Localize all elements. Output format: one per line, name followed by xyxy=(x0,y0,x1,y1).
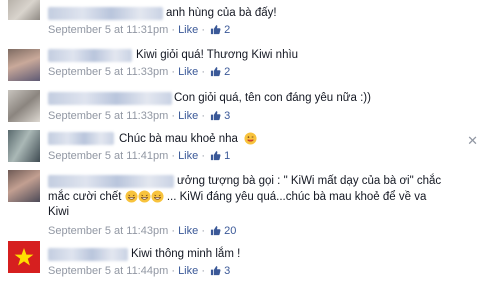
comment-timestamp[interactable]: September 5 at 11:33pm xyxy=(48,110,168,122)
avatar[interactable] xyxy=(8,241,40,273)
like-button[interactable]: Like xyxy=(178,110,198,122)
thumbs-up-icon xyxy=(210,266,221,276)
like-button[interactable]: Like xyxy=(178,265,198,277)
comment-text-line-2: mắc cười chết ... KiWi đáng yêu quá...ch… xyxy=(48,190,426,203)
comment-text: Chúc bà mau khoẻ nha xyxy=(119,132,257,145)
comment-text: Con giỏi quá, tên con đáng yêu nữa :)) xyxy=(174,92,371,104)
comment-timestamp[interactable]: September 5 at 11:44pm xyxy=(48,265,168,277)
comment-text: anh hùng của bà đấy! xyxy=(166,7,277,19)
comment-timestamp[interactable]: September 5 at 11:41pm xyxy=(48,150,168,162)
avatar[interactable] xyxy=(8,0,40,20)
separator: · xyxy=(201,225,205,237)
separator: · xyxy=(171,110,175,122)
commenter-name[interactable] xyxy=(48,92,172,105)
comment-text-content: ... KiWi đáng yêu quá...chúc bà mau khoẻ… xyxy=(166,191,427,203)
comment-meta: September 5 at 11:43pm · Like · 20 xyxy=(48,225,236,237)
comment-text: Kiwi giỏi quá! Thương Kiwi nhìu xyxy=(136,49,299,61)
commenter-name[interactable] xyxy=(48,248,128,261)
like-button[interactable]: Like xyxy=(178,150,198,162)
comment-text-content: Chúc bà mau khoẻ nha xyxy=(119,133,238,145)
like-count[interactable]: 20 xyxy=(224,225,236,237)
comment-meta: September 5 at 11:33pm · Like · 3 xyxy=(48,110,230,122)
commenter-name[interactable] xyxy=(48,7,163,20)
thumbs-up-icon xyxy=(210,67,221,77)
comment-timestamp[interactable]: September 5 at 11:43pm xyxy=(48,225,168,237)
avatar[interactable] xyxy=(8,170,40,202)
commenter-name[interactable] xyxy=(48,175,174,188)
separator: · xyxy=(171,24,175,36)
like-count[interactable]: 3 xyxy=(224,265,230,277)
avatar[interactable] xyxy=(8,90,40,122)
comment-text-line-3: Kiwi xyxy=(48,206,70,218)
comment-timestamp[interactable]: September 5 at 11:31pm xyxy=(48,24,168,36)
comment-meta: September 5 at 11:41pm · Like · 1 xyxy=(48,150,230,162)
comment-meta: September 5 at 11:44pm · Like · 3 xyxy=(48,265,230,277)
separator: · xyxy=(201,150,205,162)
like-button[interactable]: Like xyxy=(178,24,198,36)
comment-text-content: mắc cười chết xyxy=(48,191,122,203)
like-count[interactable]: 2 xyxy=(224,24,230,36)
thumbs-up-icon xyxy=(210,25,221,35)
grin-emoji-icon xyxy=(151,190,164,203)
commenter-name[interactable] xyxy=(48,132,114,145)
grin-emoji-icon xyxy=(125,190,138,203)
flag-star-icon xyxy=(14,248,34,266)
grin-emoji-icon xyxy=(244,132,257,145)
comment-timestamp[interactable]: September 5 at 11:33pm xyxy=(48,66,168,78)
separator: · xyxy=(201,24,205,36)
avatar[interactable] xyxy=(8,130,40,162)
like-count[interactable]: 2 xyxy=(224,66,230,78)
thumbs-up-icon xyxy=(210,226,221,236)
separator: · xyxy=(201,66,205,78)
separator: · xyxy=(171,265,175,277)
like-button[interactable]: Like xyxy=(178,66,198,78)
like-button[interactable]: Like xyxy=(178,225,198,237)
comment-text: Kiwi thông minh lắm ! xyxy=(131,248,241,260)
separator: · xyxy=(171,225,175,237)
commenter-name[interactable] xyxy=(48,49,132,62)
thumbs-up-icon xyxy=(210,151,221,161)
separator: · xyxy=(171,150,175,162)
close-icon[interactable]: ✕ xyxy=(467,133,478,149)
comment-meta: September 5 at 11:33pm · Like · 2 xyxy=(48,66,230,78)
like-count[interactable]: 1 xyxy=(224,150,230,162)
separator: · xyxy=(201,110,205,122)
separator: · xyxy=(171,66,175,78)
like-count[interactable]: 3 xyxy=(224,110,230,122)
grin-emoji-icon xyxy=(138,190,151,203)
separator: · xyxy=(201,265,205,277)
thumbs-up-icon xyxy=(210,111,221,121)
comment-text-line-1: ưởng tượng bà gọi : " KiWi mất dạy của b… xyxy=(177,175,442,187)
comment-meta: September 5 at 11:31pm · Like · 2 xyxy=(48,24,230,36)
avatar[interactable] xyxy=(8,49,40,81)
comment-list: anh hùng của bà đấy! September 5 at 11:3… xyxy=(0,0,488,282)
